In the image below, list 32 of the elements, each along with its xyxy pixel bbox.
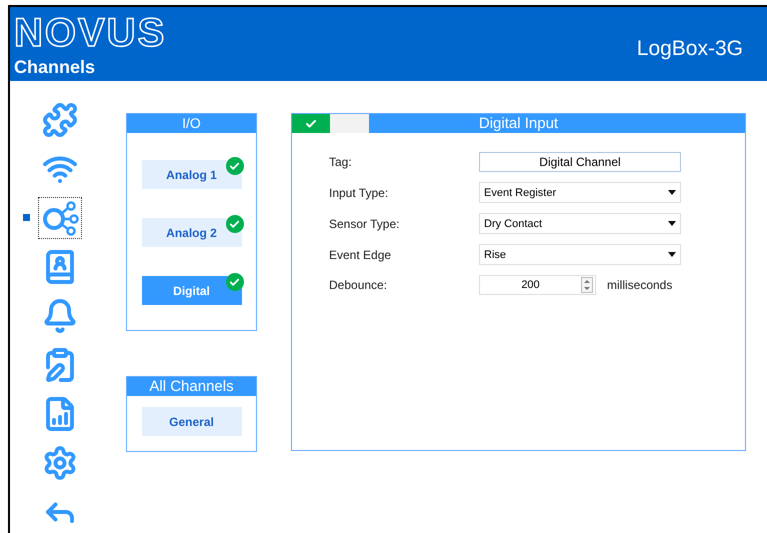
nodes-icon bbox=[40, 200, 80, 236]
puzzle-icon bbox=[42, 102, 78, 138]
panel-title: I/O bbox=[127, 114, 256, 133]
unit-label: milliseconds bbox=[607, 278, 674, 292]
field-label: Tag: bbox=[329, 155, 353, 169]
enable-toggle[interactable] bbox=[292, 114, 369, 133]
dropdown[interactable]: Dry Contact bbox=[479, 213, 681, 234]
dropdown[interactable]: Rise bbox=[479, 244, 681, 265]
input-field[interactable]: Digital Channel bbox=[479, 152, 681, 172]
number-field[interactable]: 200 bbox=[479, 275, 596, 295]
field-label: Debounce: bbox=[329, 278, 388, 292]
field-label: Event Edge bbox=[329, 248, 392, 262]
panel-title: All Channels bbox=[127, 377, 256, 396]
logo: NOVUS bbox=[14, 11, 166, 55]
channel-button[interactable]: Analog 1 bbox=[142, 160, 242, 189]
page-title: Channels bbox=[14, 57, 96, 78]
device-name: LogBox-3G bbox=[636, 37, 743, 61]
bell-icon bbox=[42, 298, 78, 334]
caret-icon bbox=[668, 190, 676, 195]
channel-button[interactable]: Analog 2 bbox=[142, 218, 242, 247]
panel-title: Digital Input bbox=[478, 115, 560, 132]
channel-button[interactable]: General bbox=[142, 407, 242, 436]
field-label: Sensor Type: bbox=[329, 216, 400, 230]
caret-icon bbox=[668, 252, 676, 257]
selection-marker bbox=[23, 214, 30, 221]
caret-icon bbox=[668, 221, 676, 226]
spin-arrows-icon[interactable] bbox=[581, 277, 593, 293]
settings-icon bbox=[42, 445, 78, 481]
nav-button[interactable] bbox=[38, 197, 82, 239]
dropdown[interactable]: Event Register bbox=[479, 182, 681, 203]
check-icon bbox=[305, 118, 317, 130]
field-label: Input Type: bbox=[329, 186, 390, 200]
